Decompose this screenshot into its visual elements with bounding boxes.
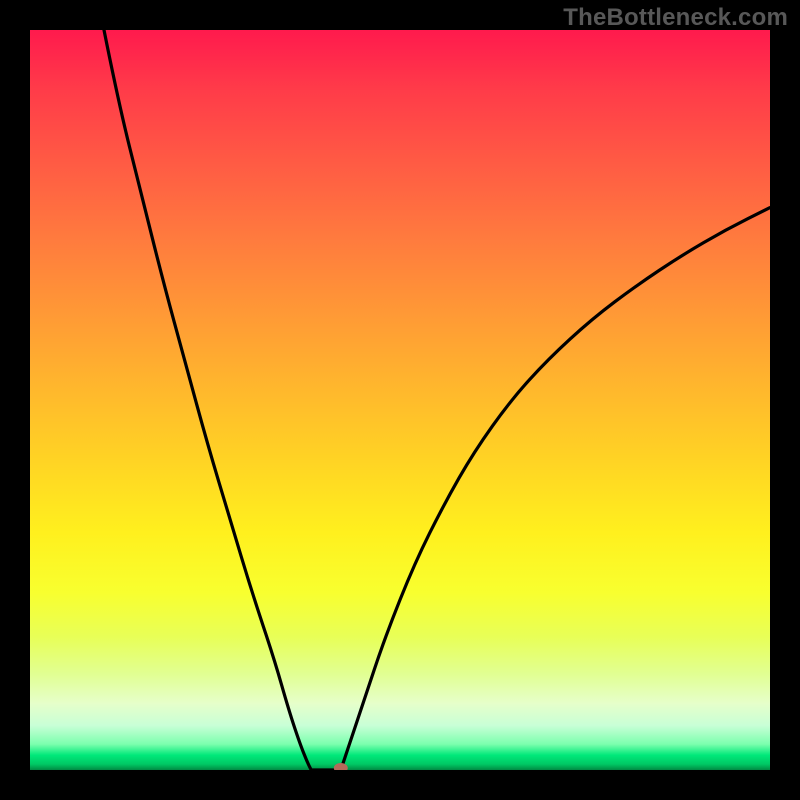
bottleneck-curve — [30, 30, 770, 770]
curve-line — [104, 30, 770, 770]
chart-frame: TheBottleneck.com — [0, 0, 800, 800]
plot-area — [30, 30, 770, 770]
watermark-text: TheBottleneck.com — [563, 4, 788, 32]
optimal-point-marker — [334, 763, 348, 770]
